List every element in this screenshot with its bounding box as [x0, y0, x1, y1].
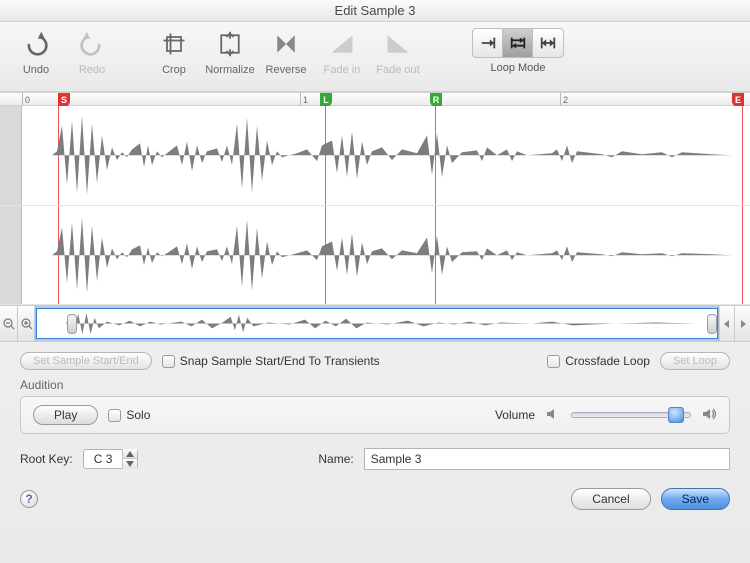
waveform-left-channel — [0, 106, 750, 206]
fade-out-label: Fade out — [376, 64, 419, 76]
stepper-up[interactable] — [123, 449, 137, 459]
redo-label: Redo — [79, 64, 105, 76]
ruler-tick: 2 — [560, 93, 568, 105]
loop-mode-forward[interactable] — [473, 29, 503, 57]
checkbox-icon — [108, 409, 121, 422]
fade-out-button[interactable]: Fade out — [372, 28, 424, 76]
normalize-label: Normalize — [205, 64, 255, 76]
checkbox-icon — [547, 355, 560, 368]
waveform-right-channel — [0, 206, 750, 306]
overview-nav-right[interactable] — [734, 306, 750, 341]
set-loop-button[interactable]: Set Loop — [660, 352, 730, 370]
reverse-label: Reverse — [266, 64, 307, 76]
fade-out-icon — [382, 28, 414, 60]
overview-handle-left[interactable] — [67, 314, 77, 334]
overview-handle-right[interactable] — [707, 314, 717, 334]
speaker-low-icon — [545, 406, 561, 425]
redo-icon — [76, 28, 108, 60]
name-input[interactable]: Sample 3 — [364, 448, 730, 470]
controls-panel: Set Sample Start/End Snap Sample Start/E… — [0, 342, 750, 488]
cancel-button[interactable]: Cancel — [571, 488, 650, 510]
crossfade-loop-checkbox[interactable]: Crossfade Loop — [547, 354, 650, 368]
fade-in-button[interactable]: Fade in — [316, 28, 368, 76]
toolbar: Undo Redo Crop Normalize Reverse — [0, 22, 750, 92]
snap-transients-label: Snap Sample Start/End To Transients — [180, 354, 380, 368]
zoom-in-button[interactable] — [18, 306, 36, 341]
marker-loop-left[interactable]: L — [320, 93, 332, 107]
fade-in-label: Fade in — [324, 64, 361, 76]
waveform-display[interactable] — [0, 106, 750, 306]
undo-icon — [20, 28, 52, 60]
marker-sample-start[interactable]: S — [58, 93, 70, 107]
zoom-out-button[interactable] — [0, 306, 18, 341]
crop-button[interactable]: Crop — [148, 28, 200, 76]
normalize-icon — [214, 28, 246, 60]
root-key-field[interactable]: C 3 — [83, 449, 139, 469]
solo-checkbox[interactable]: Solo — [108, 408, 150, 422]
snap-transients-checkbox[interactable]: Snap Sample Start/End To Transients — [162, 354, 380, 368]
name-label: Name: — [318, 452, 353, 466]
speaker-high-icon — [701, 406, 717, 425]
help-button[interactable]: ? — [20, 490, 38, 508]
solo-label: Solo — [126, 408, 150, 422]
crop-icon — [158, 28, 190, 60]
stepper-down[interactable] — [123, 459, 137, 469]
marker-sample-end[interactable]: E — [732, 93, 744, 107]
name-value: Sample 3 — [371, 452, 422, 466]
overview-waveform[interactable] — [36, 308, 718, 339]
volume-slider[interactable] — [571, 412, 691, 418]
save-button[interactable]: Save — [661, 488, 730, 510]
ruler-tick: 0 — [22, 93, 30, 105]
undo-label: Undo — [23, 64, 49, 76]
root-key-value: C 3 — [84, 452, 123, 466]
loop-mode-pingpong[interactable] — [533, 29, 563, 57]
overview-nav-left[interactable] — [718, 306, 734, 341]
audition-legend: Audition — [20, 378, 730, 392]
loop-mode-loop[interactable] — [503, 29, 533, 57]
reverse-icon — [270, 28, 302, 60]
loop-mode-segmented[interactable] — [472, 28, 564, 58]
reverse-button[interactable]: Reverse — [260, 28, 312, 76]
slider-thumb[interactable] — [668, 407, 684, 423]
undo-button[interactable]: Undo — [10, 28, 62, 76]
overview-row — [0, 306, 750, 342]
set-sample-start-end-button[interactable]: Set Sample Start/End — [20, 352, 152, 370]
volume-label: Volume — [495, 408, 535, 422]
crossfade-loop-label: Crossfade Loop — [565, 354, 650, 368]
marker-loop-right[interactable]: R — [430, 93, 442, 107]
ruler-tick: 1 — [300, 93, 308, 105]
fade-in-icon — [326, 28, 358, 60]
crop-label: Crop — [162, 64, 186, 76]
save-label: Save — [682, 492, 709, 506]
play-button[interactable]: Play — [33, 405, 98, 425]
loop-mode-label: Loop Mode — [490, 62, 545, 74]
normalize-button[interactable]: Normalize — [204, 28, 256, 76]
time-ruler[interactable]: 0 1 2 S L R E — [0, 92, 750, 106]
window-title: Edit Sample 3 — [0, 0, 750, 22]
redo-button[interactable]: Redo — [66, 28, 118, 76]
checkbox-icon — [162, 355, 175, 368]
root-key-label: Root Key: — [20, 452, 73, 466]
